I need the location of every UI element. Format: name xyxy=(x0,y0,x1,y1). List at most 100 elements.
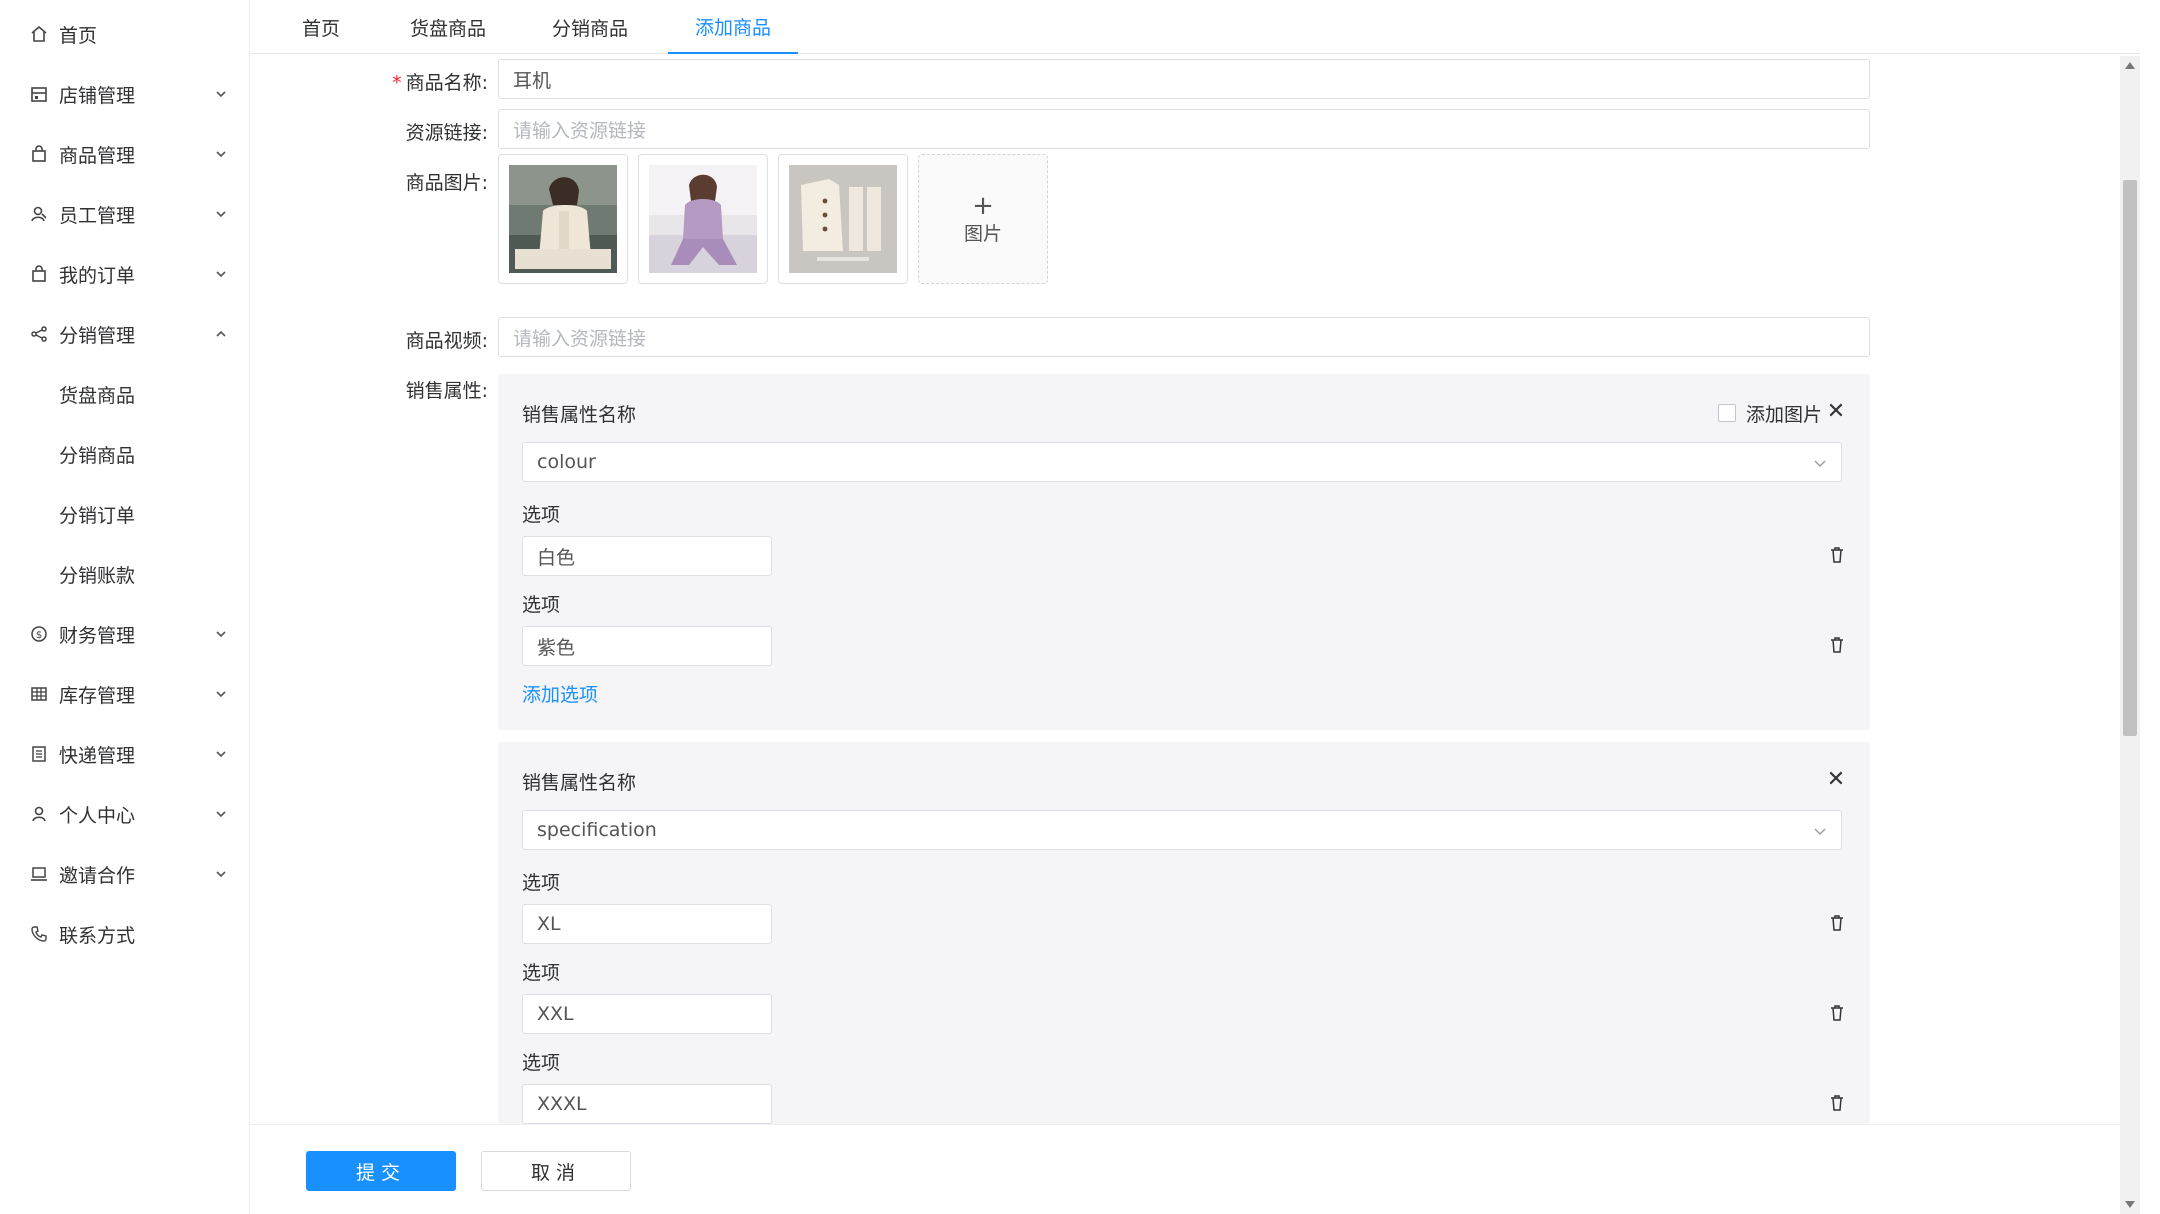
vertical-scrollbar[interactable] xyxy=(2120,56,2140,1214)
add-option-link[interactable]: 添加选项 xyxy=(522,680,598,707)
tab-pallet-goods[interactable]: 货盘商品 xyxy=(398,0,498,54)
sidebar-item-label: 分销管理 xyxy=(59,324,136,347)
dollar-icon: $ xyxy=(28,623,50,645)
option-input[interactable]: 白色 xyxy=(522,536,772,576)
product-video-input[interactable]: 请输入资源链接 xyxy=(498,317,1870,357)
chevron-down-icon xyxy=(216,151,226,158)
sidebar-item-orders[interactable]: 我的订单 xyxy=(0,244,250,304)
tab-label: 分销商品 xyxy=(551,17,628,40)
scroll-up-arrow-icon[interactable] xyxy=(2125,62,2135,69)
share-icon xyxy=(28,323,50,345)
tab-label: 货盘商品 xyxy=(409,17,486,40)
form-footer: 提交 取消 xyxy=(250,1124,2120,1214)
tab-home[interactable]: 首页 xyxy=(286,0,356,54)
sidebar-item-profile[interactable]: 个人中心 xyxy=(0,784,250,844)
product-image-thumb[interactable] xyxy=(498,154,628,284)
sidebar-item-label: 联系方式 xyxy=(59,924,136,947)
grid-icon xyxy=(28,683,50,705)
sidebar-item-contact[interactable]: 联系方式 xyxy=(0,904,250,964)
chevron-down-icon xyxy=(216,811,226,818)
option-label: 选项 xyxy=(522,504,561,526)
sidebar-item-label: 财务管理 xyxy=(59,624,136,647)
sidebar-item-express[interactable]: 快递管理 xyxy=(0,724,250,784)
order-bag-icon xyxy=(28,263,50,285)
sales-attribute-block: 销售属性名称 添加图片 ✕ colour 选项 白色 选项 紫色 添加选项 xyxy=(498,374,1870,730)
trash-icon[interactable] xyxy=(1828,546,1846,564)
sidebar-subitem-distribution-accounts[interactable]: 分销账款 xyxy=(0,544,250,604)
sidebar-item-products[interactable]: 商品管理 xyxy=(0,124,250,184)
trash-icon[interactable] xyxy=(1828,636,1846,654)
sidebar-item-label: 库存管理 xyxy=(59,684,136,707)
trash-icon[interactable] xyxy=(1828,1094,1846,1112)
sidebar-item-invite[interactable]: 邀请合作 xyxy=(0,844,250,904)
attribute-select-value: colour xyxy=(537,451,596,473)
sidebar-item-label: 个人中心 xyxy=(59,804,136,827)
attribute-select-value: specification xyxy=(537,819,657,841)
option-input[interactable]: XXL xyxy=(522,994,772,1034)
attribute-name-select[interactable]: specification xyxy=(522,810,1842,850)
list-icon xyxy=(28,743,50,765)
option-label: 选项 xyxy=(522,1052,561,1074)
tab-add-product[interactable]: 添加商品 xyxy=(668,0,798,54)
product-name-label: * 商品名称: xyxy=(248,68,488,95)
resource-link-label: 资源链接: xyxy=(405,122,488,144)
sidebar-item-label: 我的订单 xyxy=(59,264,136,287)
tab-label: 首页 xyxy=(301,17,340,40)
sidebar-subitem-distribution-goods[interactable]: 分销商品 xyxy=(0,424,250,484)
sidebar-subitem-label: 分销账款 xyxy=(59,564,136,587)
chevron-down-icon xyxy=(1814,460,1826,467)
option-label: 选项 xyxy=(522,872,561,894)
remove-attribute-close-icon[interactable]: ✕ xyxy=(1826,401,1846,423)
sidebar: 首页 店铺管理 商品管理 员工管理 我的订单 分销管理 货盘商品 分销商品 分销… xyxy=(0,0,250,1214)
scroll-down-arrow-icon[interactable] xyxy=(2125,1201,2135,1208)
sidebar-item-distribution[interactable]: 分销管理 xyxy=(0,304,250,364)
option-input[interactable]: XL xyxy=(522,904,772,944)
resource-link-input[interactable]: 请输入资源链接 xyxy=(498,109,1870,149)
chevron-up-icon xyxy=(216,330,226,337)
attribute-name-label: 销售属性名称 xyxy=(522,404,637,426)
sidebar-item-finance[interactable]: $ 财务管理 xyxy=(0,604,250,664)
submit-button[interactable]: 提交 xyxy=(306,1151,456,1191)
sales-attribute-block: 销售属性名称 ✕ specification 选项 XL 选项 XXL 选项 X… xyxy=(498,742,1870,1124)
option-label: 选项 xyxy=(522,594,561,616)
sidebar-item-staff[interactable]: 员工管理 xyxy=(0,184,250,244)
product-photo-2 xyxy=(649,165,757,273)
sidebar-subitem-label: 分销商品 xyxy=(59,444,136,467)
sales-attributes-label: 销售属性: xyxy=(405,380,488,402)
trash-icon[interactable] xyxy=(1828,914,1846,932)
scrollbar-thumb[interactable] xyxy=(2123,180,2137,736)
sidebar-item-label: 首页 xyxy=(59,24,98,47)
chevron-down-icon xyxy=(216,91,226,98)
upload-image-button[interactable]: + 图片 xyxy=(918,154,1048,284)
product-name-input[interactable]: 耳机 xyxy=(498,59,1870,99)
attribute-name-select[interactable]: colour xyxy=(522,442,1842,482)
store-icon xyxy=(28,83,50,105)
tab-distribution-goods[interactable]: 分销商品 xyxy=(540,0,640,54)
svg-text:$: $ xyxy=(36,630,42,641)
sidebar-subitem-distribution-orders[interactable]: 分销订单 xyxy=(0,484,250,544)
sidebar-subitem-label: 货盘商品 xyxy=(59,384,136,407)
sidebar-item-inventory[interactable]: 库存管理 xyxy=(0,664,250,724)
product-name-label-text: 商品名称: xyxy=(405,72,488,94)
sidebar-item-label: 店铺管理 xyxy=(59,84,136,107)
product-video-label: 商品视频: xyxy=(405,330,488,352)
option-input[interactable]: XXXL xyxy=(522,1084,772,1124)
product-image-thumb[interactable] xyxy=(638,154,768,284)
sidebar-subitem-pallet-goods[interactable]: 货盘商品 xyxy=(0,364,250,424)
chevron-down-icon xyxy=(216,751,226,758)
upload-label: 图片 xyxy=(963,222,1002,245)
plus-icon: + xyxy=(972,190,994,221)
sidebar-item-home[interactable]: 首页 xyxy=(0,4,250,64)
option-input[interactable]: 紫色 xyxy=(522,626,772,666)
trash-icon[interactable] xyxy=(1828,1004,1846,1022)
home-icon xyxy=(28,23,50,45)
sidebar-item-store[interactable]: 店铺管理 xyxy=(0,64,250,124)
product-image-thumb[interactable] xyxy=(778,154,908,284)
option-label: 选项 xyxy=(522,962,561,984)
cancel-button[interactable]: 取消 xyxy=(481,1151,631,1191)
laptop-icon xyxy=(28,863,50,885)
tab-bar: 首页 货盘商品 分销商品 添加商品 xyxy=(250,0,2140,54)
chevron-down-icon xyxy=(216,871,226,878)
remove-attribute-close-icon[interactable]: ✕ xyxy=(1826,769,1846,791)
add-image-checkbox[interactable] xyxy=(1718,404,1736,422)
